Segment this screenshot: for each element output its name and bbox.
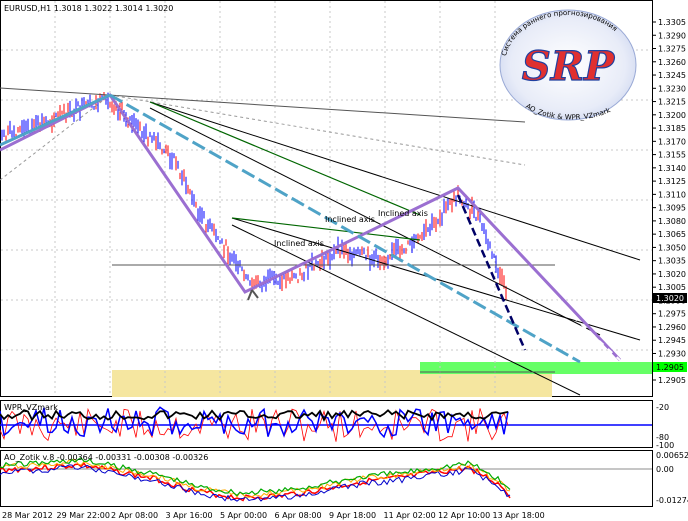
price-tick: 1.3290	[658, 31, 686, 40]
current-price-label: 1.3020	[656, 294, 684, 303]
price-axis: 1.3305 1.3290 1.3275 1.3260 1.3245 1.3230 1.32…	[652, 18, 686, 385]
inclined-axis-label-2: Inclined axis	[325, 215, 375, 224]
time-tick: 6 Apr 08:00	[275, 511, 322, 520]
price-tick: 1.3275	[658, 45, 686, 54]
price-tick: 1.3050	[658, 243, 686, 252]
ao-tick-top: 0.00652	[656, 451, 688, 460]
ao-tick-bottom: -0.01274	[656, 496, 688, 505]
price-tick: 1.3200	[658, 111, 686, 120]
target-price-label: 1.2905	[656, 363, 684, 372]
price-tick: 1.3170	[658, 137, 686, 146]
inclined-axis-label-3: Inclined axis	[378, 209, 428, 218]
price-tick: 1.3125	[658, 177, 686, 186]
ao-tick-mid: 0.00	[656, 465, 674, 474]
price-tick: 1.2945	[658, 336, 686, 345]
price-tick: 1.3305	[658, 18, 686, 27]
time-tick: 28 Mar 2012	[2, 511, 53, 520]
price-tick: 1.2960	[658, 323, 686, 332]
time-tick: 9 Apr 18:00	[329, 511, 376, 520]
price-tick: 1.3080	[658, 217, 686, 226]
time-tick: 12 Apr 10:00	[438, 511, 490, 520]
target-price-tag: 1.2905	[653, 362, 687, 372]
target-zone-yellow	[112, 370, 552, 397]
chart-canvas: Inclined axis Inclined axis Inclined axi…	[0, 0, 688, 520]
price-tick: 1.3155	[658, 151, 686, 160]
price-tick: 1.3035	[658, 257, 686, 266]
price-tick: 1.3020	[658, 270, 686, 279]
time-axis: 28 Mar 2012 29 Mar 22:00 2 Apr 08:00 3 Apr …	[2, 511, 545, 520]
price-tick: 1.2905	[658, 376, 686, 385]
wpr-panel-label: WPR_VZmark	[4, 403, 58, 412]
price-tick: 1.3230	[658, 84, 686, 93]
inclined-axis-label-1: Inclined axis	[274, 239, 324, 248]
price-tick: 1.3110	[658, 190, 686, 199]
price-tick: 1.3215	[658, 98, 686, 107]
wpr-tick-extra: -100	[656, 441, 674, 450]
wpr-tick-top: -20	[656, 403, 669, 412]
price-tick: 1.3005	[658, 283, 686, 292]
chart-window: Inclined axis Inclined axis Inclined axi…	[0, 0, 688, 521]
price-tick: 1.2930	[658, 349, 686, 358]
price-tick: 1.3140	[658, 164, 686, 173]
symbol-title: EURUSD,H1 1.3018 1.3022 1.3014 1.3020	[4, 4, 173, 13]
price-tick: 1.3095	[658, 204, 686, 213]
time-tick: 13 Apr 18:00	[493, 511, 545, 520]
logo-text: SRP	[522, 43, 616, 90]
time-tick: 2 Apr 08:00	[111, 511, 158, 520]
ao-panel-label: AO_Zotik v.8 -0.00364 -0.00331 -0.00308 …	[4, 453, 208, 462]
time-tick: 5 Apr 00:00	[220, 511, 267, 520]
time-tick: 29 Mar 22:00	[57, 511, 110, 520]
time-tick: 11 Apr 02:00	[384, 511, 436, 520]
current-price-tag: 1.3020	[653, 293, 687, 303]
price-tick: 1.3260	[658, 58, 686, 67]
time-tick: 3 Apr 16:00	[166, 511, 213, 520]
price-tick: 1.3065	[658, 230, 686, 239]
price-tick: 1.2975	[658, 310, 686, 319]
price-tick: 1.3245	[658, 71, 686, 80]
price-tick: 1.3185	[658, 124, 686, 133]
srp-logo: Система раннего прогнозирования AO_Zotik…	[499, 9, 637, 122]
